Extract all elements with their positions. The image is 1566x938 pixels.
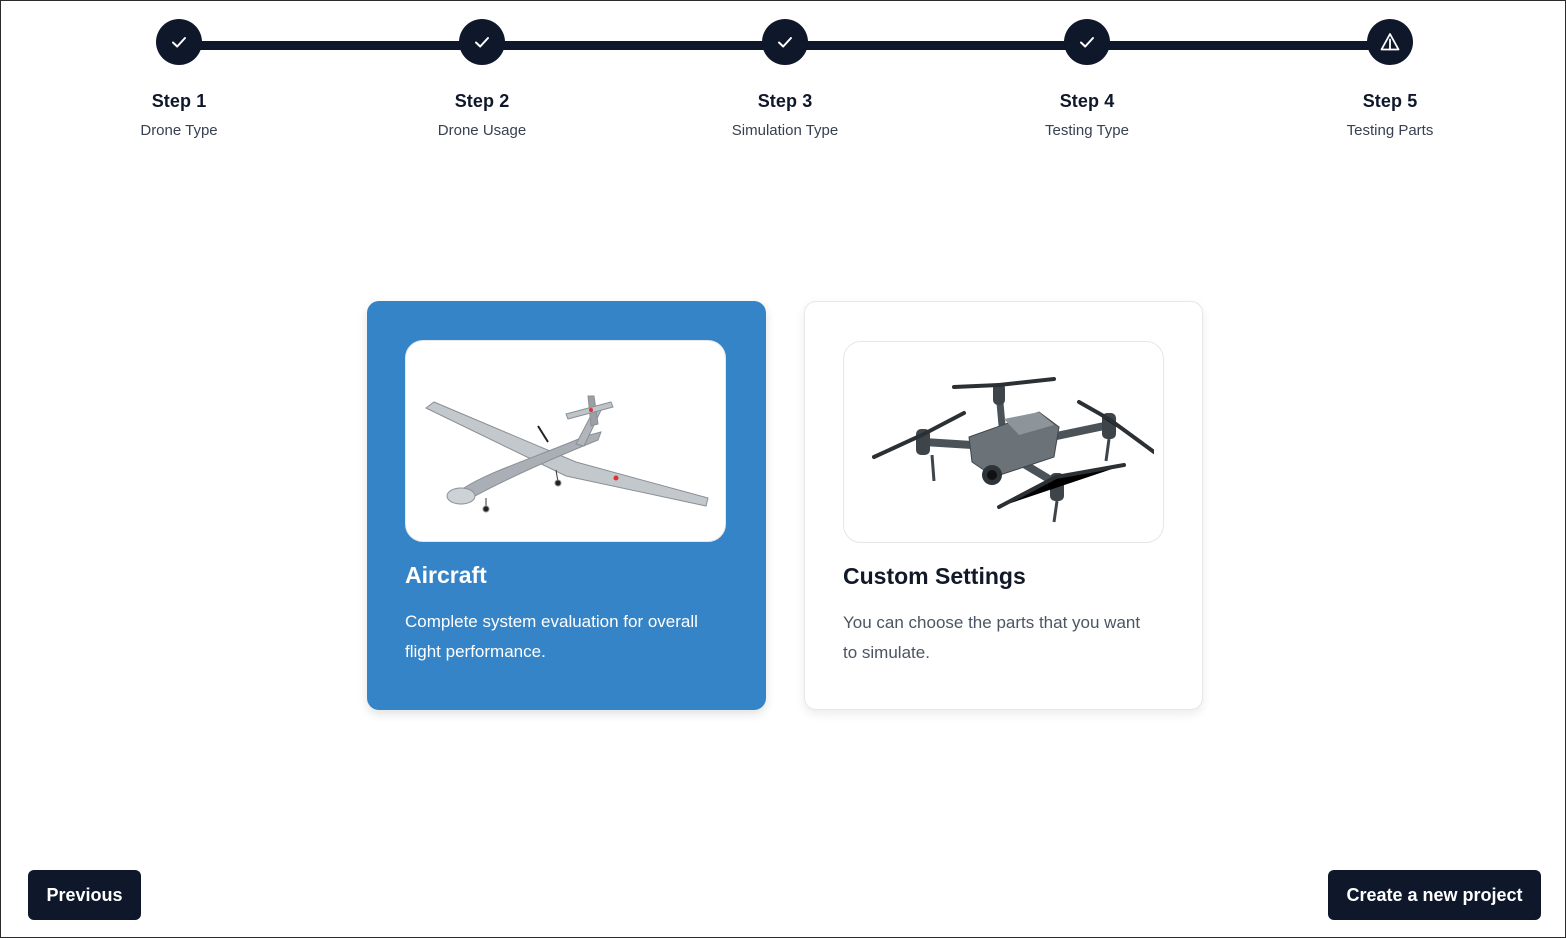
option-description: Complete system evaluation for overall f… — [405, 612, 698, 661]
option-card-custom-settings[interactable]: Custom Settings You can choose the parts… — [804, 301, 1203, 710]
option-title: Aircraft — [405, 562, 487, 588]
check-icon — [1064, 19, 1110, 65]
option-title: Custom Settings — [843, 563, 1026, 589]
check-icon — [459, 19, 505, 65]
step-1[interactable]: Step 1 Drone Type — [79, 19, 279, 139]
step-subtitle: Drone Usage — [437, 122, 527, 139]
step-title: Step 5 — [1362, 91, 1418, 111]
step-subtitle: Testing Type — [1045, 122, 1129, 139]
previous-button[interactable]: Previous — [28, 870, 141, 920]
step-3[interactable]: Step 3 Simulation Type — [685, 19, 885, 139]
step-subtitle: Drone Type — [140, 122, 218, 139]
step-title: Step 2 — [454, 91, 510, 111]
step-2[interactable]: Step 2 Drone Usage — [382, 19, 582, 139]
wizard-page: Step 1 Drone Type Step 2 Drone Usage Ste… — [0, 0, 1566, 938]
step-subtitle: Testing Parts — [1346, 122, 1434, 139]
check-icon — [156, 19, 202, 65]
stepper: Step 1 Drone Type Step 2 Drone Usage Ste… — [1, 1, 1566, 161]
warning-triangle-icon — [1367, 19, 1413, 65]
create-project-button[interactable]: Create a new project — [1328, 870, 1541, 920]
step-4[interactable]: Step 4 Testing Type — [987, 19, 1187, 139]
step-title: Step 4 — [1059, 91, 1115, 111]
step-5[interactable]: Step 5 Testing Parts — [1290, 19, 1490, 139]
option-card-aircraft[interactable]: Aircraft Complete system evaluation for … — [367, 301, 766, 710]
option-description: You can choose the parts that you want t… — [843, 613, 1141, 662]
step-title: Step 1 — [151, 91, 207, 111]
step-title: Step 3 — [757, 91, 813, 111]
step-subtitle: Simulation Type — [731, 122, 839, 139]
quadcopter-drone-image — [843, 341, 1164, 543]
check-icon — [762, 19, 808, 65]
fixed-wing-drone-image — [405, 340, 726, 542]
